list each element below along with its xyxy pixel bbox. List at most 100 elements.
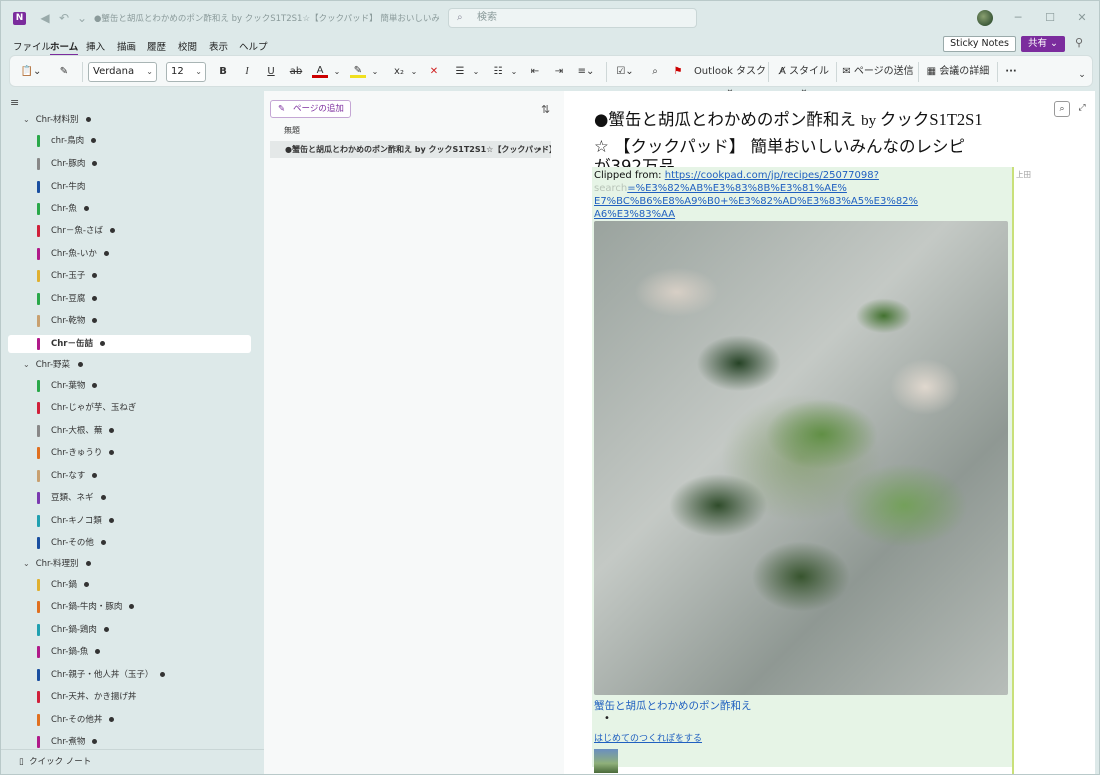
- hamburger-icon[interactable]: ≡: [10, 96, 19, 109]
- font-family-select[interactable]: Verdana ⌄: [88, 62, 157, 82]
- menu-view[interactable]: 表示: [209, 39, 228, 53]
- sidebar-item[interactable]: Chr-豆腐: [37, 290, 98, 308]
- share-button[interactable]: 共有 ⌄: [1021, 36, 1065, 52]
- thumbnail-image[interactable]: [594, 749, 618, 773]
- chevron-down-icon[interactable]: ⌄: [332, 63, 342, 81]
- chevron-down-icon[interactable]: ⌄: [409, 63, 419, 81]
- sidebar-item[interactable]: Chr-じゃが芋、玉ねぎ: [37, 399, 136, 417]
- sidebar-item-label: Chr-きゅうり: [51, 448, 103, 458]
- font-color-button[interactable]: A: [312, 63, 328, 78]
- sidebar-item[interactable]: Chr-牛肉: [37, 178, 85, 196]
- highlight-icon[interactable]: ✎: [350, 63, 366, 78]
- menu-help[interactable]: ヘルプ: [239, 39, 268, 53]
- sidebar-item[interactable]: Chr-その他: [37, 534, 106, 552]
- dish-title[interactable]: 蟹缶と胡瓜とわかめのポン酢和え: [594, 698, 1009, 712]
- paste-icon[interactable]: 📋⌄: [20, 63, 42, 81]
- menu-review[interactable]: 校閲: [178, 39, 197, 53]
- sort-icon[interactable]: ⇅: [541, 103, 550, 116]
- sidebar-item[interactable]: Chr－魚-さば: [37, 222, 115, 240]
- clear-format-icon[interactable]: ✕: [426, 63, 442, 81]
- close-icon[interactable]: ✕: [1073, 9, 1091, 27]
- underline-button[interactable]: U: [263, 63, 279, 81]
- sticky-notes-button[interactable]: Sticky Notes: [943, 36, 1016, 52]
- sidebar-item[interactable]: Chr-キノコ類: [37, 512, 114, 530]
- meeting-details-button[interactable]: ▦ 会議の詳細: [925, 63, 991, 81]
- sidebar-item[interactable]: Chr-豚肉: [37, 155, 98, 173]
- bullets-icon[interactable]: ☰: [450, 63, 470, 81]
- sidebar-item-label: Chr-豆腐: [51, 294, 86, 304]
- strikethrough-button[interactable]: ab: [287, 63, 305, 81]
- chevron-down-icon[interactable]: ⌄: [509, 63, 519, 81]
- ribbon: 📋⌄ ✎ Verdana ⌄ 12 ⌄ B I U ab A ⌄ ✎ ⌄ x₂ ⌄ …: [9, 55, 1093, 95]
- numbering-icon[interactable]: ☷: [488, 63, 508, 81]
- source-link[interactable]: https://cookpad.com/jp/recipes/25077098?: [665, 170, 879, 181]
- sidebar-item[interactable]: Chr-大根、蕪: [37, 422, 115, 440]
- sidebar-item[interactable]: chr-鳥肉: [37, 132, 97, 150]
- sidebar-item[interactable]: Chr-魚: [37, 200, 89, 218]
- sidebar-item[interactable]: Chr-玉子: [37, 267, 98, 285]
- expand-icon[interactable]: ⤢: [1074, 101, 1090, 117]
- sidebar-item[interactable]: Chr-鍋-魚: [37, 643, 101, 661]
- sidebar-item[interactable]: Chr-魚-いか: [37, 245, 109, 263]
- chevron-down-icon[interactable]: ⌄: [74, 10, 90, 26]
- page-list-item[interactable]: 無題: [270, 122, 551, 139]
- sidebar-item[interactable]: Chr-天丼、かき揚げ丼: [37, 688, 136, 706]
- format-painter-icon[interactable]: ✎: [56, 63, 72, 81]
- add-page-button[interactable]: ✎ ページの追加: [270, 100, 351, 118]
- minimize-icon[interactable]: ─: [1009, 9, 1027, 27]
- sidebar-item-selected[interactable]: Chr－缶詰: [8, 335, 251, 353]
- section-group-materials[interactable]: ⌄ Chr-材料別: [23, 112, 92, 128]
- page-list-item-selected[interactable]: ●蟹缶と胡瓜とわかめのポン酢和え by クックS1T2S1☆【クックパッド】..…: [270, 141, 551, 158]
- sidebar-item[interactable]: Chr-鍋-鶏肉: [37, 621, 109, 639]
- subscript-button[interactable]: x₂: [390, 63, 408, 81]
- avatar[interactable]: [977, 10, 993, 26]
- italic-button[interactable]: I: [239, 63, 255, 81]
- section-group-vegetables[interactable]: ⌄ Chr-野菜: [23, 357, 83, 373]
- tag-icon[interactable]: ☑⌄: [613, 63, 637, 81]
- chevron-down-icon[interactable]: ⌄: [1076, 66, 1088, 84]
- bold-button[interactable]: B: [215, 63, 231, 81]
- sidebar-item[interactable]: Chr-きゅうり: [37, 444, 115, 462]
- sidebar-item[interactable]: Chr-鍋-牛肉・豚肉: [37, 598, 135, 616]
- indent-icon[interactable]: ⇥: [550, 63, 568, 81]
- font-size-select[interactable]: 12 ⌄: [166, 62, 206, 82]
- more-button[interactable]: ···: [1002, 63, 1020, 81]
- menu-home[interactable]: ホーム: [50, 39, 79, 56]
- sidebar-item[interactable]: Chr-その他丼: [37, 711, 115, 729]
- flag-icon[interactable]: ⚑: [671, 63, 685, 81]
- undo-icon[interactable]: ↶: [56, 10, 72, 26]
- back-icon[interactable]: ◀: [37, 10, 53, 26]
- send-page-button[interactable]: ✉ ページの送信: [842, 63, 914, 81]
- color-tab: [37, 225, 40, 237]
- sidebar-item[interactable]: Chr-なす: [37, 467, 98, 485]
- source-link-3[interactable]: E7%BC%B6%E8%A9%B0+%E3%82%AD%E3%83%A5%E3%…: [594, 196, 918, 207]
- quick-note-button[interactable]: ▯ クイック ノート: [1, 749, 264, 774]
- menu-insert[interactable]: 挿入: [86, 39, 105, 53]
- search-icon[interactable]: ⌕: [1054, 101, 1070, 117]
- page-content[interactable]: ●蟹缶と胡瓜とわかめのポン酢和え by クックS1T2S1 ☆ 【クックパッド】…: [564, 91, 1095, 774]
- source-link-2[interactable]: =%E3%82%AB%E3%83%8B%E3%81%AE%: [627, 183, 847, 194]
- chevron-down-icon[interactable]: ⌄: [471, 63, 481, 81]
- sidebar-item[interactable]: Chr-葉物: [37, 377, 98, 395]
- sidebar-item[interactable]: Chr-親子・他人丼（玉子）: [37, 666, 166, 684]
- section-group-dishes[interactable]: ⌄ Chr-料理別: [23, 556, 92, 572]
- pin-icon[interactable]: ⚲: [1075, 36, 1083, 49]
- sidebar-item[interactable]: Chr-鍋: [37, 576, 89, 594]
- menu-draw[interactable]: 描画: [117, 39, 136, 53]
- recipe-photo[interactable]: [594, 221, 1008, 695]
- source-link-4[interactable]: A6%E3%83%AA: [594, 209, 675, 220]
- find-tags-icon[interactable]: ⌕: [646, 63, 664, 81]
- align-icon[interactable]: ≡⌄: [574, 63, 598, 81]
- chevron-down-icon[interactable]: ⌄: [370, 63, 380, 81]
- search-box[interactable]: ⌕ 検索: [448, 8, 697, 28]
- styles-button[interactable]: A̸ スタイル ⌄: [774, 63, 834, 95]
- sidebar-item[interactable]: Chr-乾物: [37, 312, 98, 330]
- sidebar-item[interactable]: 豆類、ネギ: [37, 489, 106, 507]
- menu-file[interactable]: ファイル: [13, 39, 51, 53]
- maximize-icon[interactable]: ☐: [1041, 9, 1059, 27]
- sidebar-item[interactable]: Chr-煮物: [37, 733, 98, 749]
- first-report-link[interactable]: はじめてのつくれぽをする: [594, 731, 702, 744]
- menu-history[interactable]: 履歴: [147, 39, 166, 53]
- outdent-icon[interactable]: ⇤: [526, 63, 544, 81]
- outlook-tasks-button[interactable]: Outlook タスク ⌄: [690, 63, 770, 95]
